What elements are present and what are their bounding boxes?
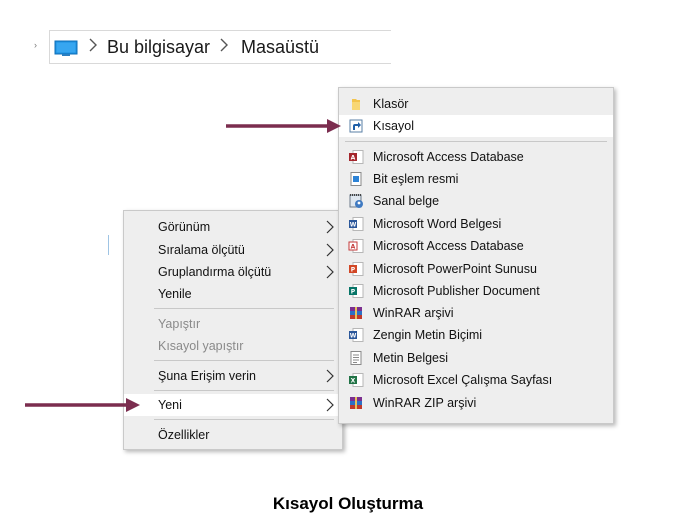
submenu-item-folder[interactable]: Klasör xyxy=(339,93,613,115)
breadcrumb-this-pc[interactable]: Bu bilgisayar xyxy=(107,36,210,58)
submenu-item-label: Microsoft Publisher Document xyxy=(373,284,540,298)
computer-icon xyxy=(54,40,78,56)
access-icon: A xyxy=(348,239,364,253)
breadcrumb-separator-icon xyxy=(89,38,97,52)
svg-text:W: W xyxy=(350,333,357,340)
menu-item-refresh[interactable]: Yenile xyxy=(124,283,342,305)
page: › Bu bilgisayar Masaüstü Görünüm Sıralam… xyxy=(0,0,696,525)
submenu-item-label: Metin Belgesi xyxy=(373,351,449,365)
submenu-item-publisher[interactable]: P Microsoft Publisher Document xyxy=(339,280,613,302)
word-icon: W xyxy=(349,217,364,231)
submenu-item-label: Microsoft PowerPoint Sunusu xyxy=(373,262,537,276)
submenu-item-text-document[interactable]: Metin Belgesi xyxy=(339,347,613,369)
menu-separator xyxy=(154,360,334,361)
menu-separator xyxy=(154,419,334,420)
svg-text:P: P xyxy=(351,267,356,274)
text-caret xyxy=(108,235,109,255)
menu-item-label: Yeni xyxy=(158,398,182,412)
excel-icon: X xyxy=(349,373,364,387)
svg-text:P: P xyxy=(351,289,356,296)
submenu-item-contact[interactable]: Sanal belge xyxy=(339,190,613,212)
winrar-zip-icon xyxy=(350,397,362,409)
caption: Kısayol Oluşturma xyxy=(272,494,424,513)
arrow-to-new-icon xyxy=(25,398,140,412)
submenu-item-powerpoint[interactable]: P Microsoft PowerPoint Sunusu xyxy=(339,258,613,280)
menu-item-new[interactable]: Yeni xyxy=(124,394,342,416)
submenu-item-label: Klasör xyxy=(373,97,409,111)
desktop-context-menu: Görünüm Sıralama ölçütü Gruplandırma ölç… xyxy=(123,210,343,450)
back-chevron-icon[interactable]: › xyxy=(34,40,37,50)
submenu-item-shortcut[interactable]: Kısayol xyxy=(339,115,613,137)
submenu-item-bitmap[interactable]: Bit eşlem resmi xyxy=(339,168,613,190)
submenu-item-label: Microsoft Access Database xyxy=(373,150,524,164)
menu-item-group-by[interactable]: Gruplandırma ölçütü xyxy=(124,261,342,283)
new-submenu: Klasör Kısayol A Microsoft Access Databa… xyxy=(338,87,614,424)
chevron-right-icon xyxy=(326,265,334,279)
menu-item-label: Sıralama ölçütü xyxy=(158,243,245,257)
submenu-item-label: Kısayol xyxy=(373,119,414,133)
menu-separator xyxy=(345,141,607,142)
menu-item-label: Özellikler xyxy=(158,428,210,442)
folder-icon xyxy=(352,99,360,110)
menu-item-label: Gruplandırma ölçütü xyxy=(158,265,272,279)
submenu-item-label: Microsoft Access Database xyxy=(373,239,524,253)
menu-item-paste: Yapıştır xyxy=(124,313,342,335)
chevron-right-icon xyxy=(326,220,334,234)
menu-item-label: Yapıştır xyxy=(158,317,201,331)
breadcrumb-separator-icon xyxy=(220,38,228,52)
menu-item-sort-by[interactable]: Sıralama ölçütü xyxy=(124,239,342,261)
submenu-item-winrar-zip[interactable]: WinRAR ZIP arşivi xyxy=(339,392,613,414)
menu-item-view[interactable]: Görünüm xyxy=(124,216,342,238)
submenu-item-label: Microsoft Word Belgesi xyxy=(373,217,502,231)
submenu-item-access-database[interactable]: A Microsoft Access Database xyxy=(339,146,613,168)
chevron-right-icon xyxy=(326,398,334,412)
submenu-item-label: Microsoft Excel Çalışma Sayfası xyxy=(373,373,553,387)
menu-separator xyxy=(154,308,334,309)
submenu-item-rtf[interactable]: W Zengin Metin Biçimi xyxy=(339,324,613,346)
text-document-icon xyxy=(350,351,362,365)
powerpoint-icon: P xyxy=(349,262,364,276)
winrar-icon xyxy=(350,307,362,319)
breadcrumb-desktop[interactable]: Masaüstü xyxy=(241,36,319,58)
submenu-item-label: WinRAR ZIP arşivi xyxy=(373,396,477,410)
submenu-item-word-document[interactable]: W Microsoft Word Belgesi xyxy=(339,213,613,235)
svg-text:A: A xyxy=(351,244,356,251)
svg-text:A: A xyxy=(351,155,356,162)
contact-icon xyxy=(349,194,363,208)
submenu-item-label: Zengin Metin Biçimi xyxy=(373,328,483,342)
menu-separator xyxy=(154,390,334,391)
menu-item-label: Şuna Erişim verin xyxy=(158,369,256,383)
submenu-item-winrar[interactable]: WinRAR arşivi xyxy=(339,302,613,324)
menu-item-label: Kısayol yapıştır xyxy=(158,339,244,353)
submenu-item-label: Bit eşlem resmi xyxy=(373,172,459,186)
rtf-icon: W xyxy=(349,328,364,342)
menu-item-give-access[interactable]: Şuna Erişim verin xyxy=(124,365,342,387)
submenu-item-access-database-2[interactable]: A Microsoft Access Database xyxy=(339,235,613,257)
svg-text:X: X xyxy=(351,378,356,385)
menu-item-label: Yenile xyxy=(158,287,192,301)
submenu-item-label: WinRAR arşivi xyxy=(373,306,454,320)
access-icon: A xyxy=(349,150,364,164)
chevron-right-icon xyxy=(326,243,334,257)
chevron-right-icon xyxy=(326,369,334,383)
menu-item-properties[interactable]: Özellikler xyxy=(124,424,342,446)
submenu-item-label: Sanal belge xyxy=(373,194,440,208)
shortcut-icon xyxy=(349,119,363,133)
arrow-to-shortcut-icon xyxy=(226,119,341,133)
publisher-icon: P xyxy=(349,284,364,298)
svg-text:W: W xyxy=(350,222,357,229)
bitmap-icon xyxy=(350,172,362,186)
menu-item-label: Görünüm xyxy=(158,220,211,234)
menu-item-paste-shortcut: Kısayol yapıştır xyxy=(124,335,342,357)
submenu-item-excel[interactable]: X Microsoft Excel Çalışma Sayfası xyxy=(339,369,613,391)
